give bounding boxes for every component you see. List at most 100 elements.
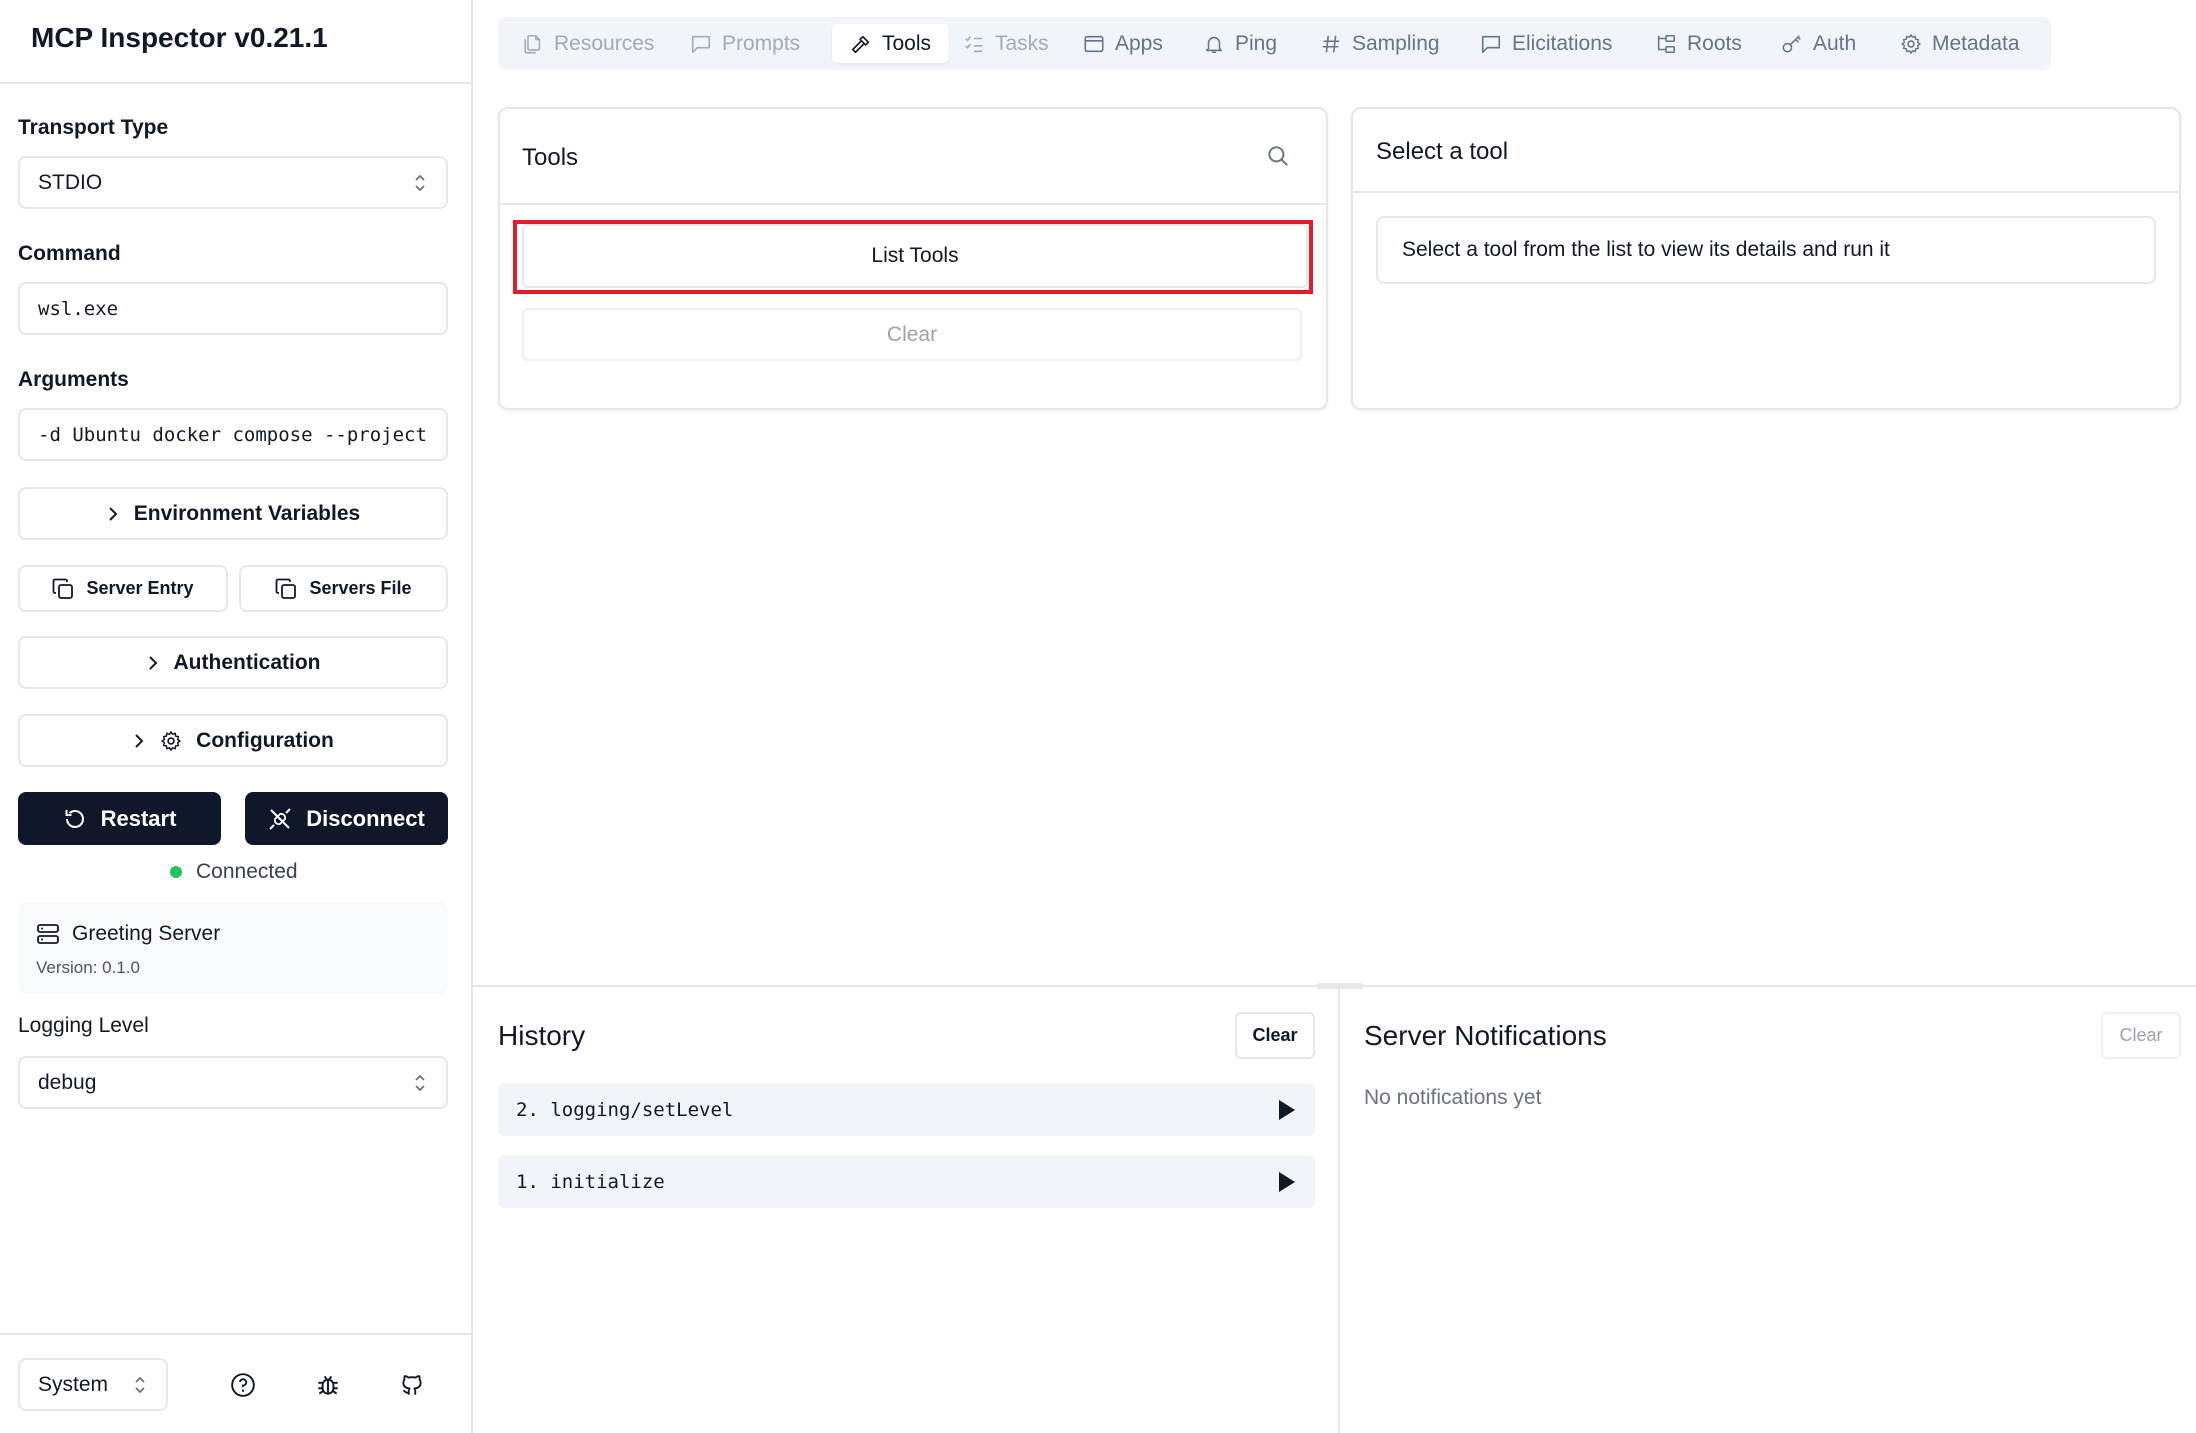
chevron-updown-icon: [135, 1376, 145, 1393]
tab-elicitations-label: Elicitations: [1512, 31, 1613, 55]
servers-file-button[interactable]: Servers File: [239, 565, 448, 612]
disconnect-label: Disconnect: [306, 805, 425, 831]
app-title: MCP Inspector v0.21.1: [31, 22, 328, 53]
tab-tools-label: Tools: [882, 31, 932, 55]
highlight-box: [513, 220, 1313, 294]
theme-select[interactable]: System: [18, 1358, 168, 1411]
hash-icon: [1322, 35, 1340, 52]
tab-roots-label: Roots: [1687, 31, 1742, 55]
tab-apps[interactable]: Apps: [1083, 24, 1163, 63]
play-icon: [1279, 1171, 1295, 1192]
files-icon: [524, 34, 541, 53]
notifications-clear-button[interactable]: Clear: [2101, 1012, 2181, 1059]
chevron-updown-icon: [415, 1074, 425, 1091]
rotate-ccw-icon: [65, 809, 84, 828]
list-checks-icon: [965, 35, 983, 52]
gear-icon: [161, 730, 181, 751]
search-icon[interactable]: [1265, 143, 1291, 169]
chevron-right-icon: [109, 506, 118, 521]
arguments-value: -d Ubuntu docker compose --project: [38, 423, 427, 446]
tab-auth[interactable]: Auth: [1781, 24, 1856, 63]
tool-detail-message: Select a tool from the list to view its …: [1376, 216, 2156, 284]
command-label: Command: [18, 242, 121, 265]
server-entry-label: Server Entry: [86, 578, 194, 598]
tab-auth-label: Auth: [1813, 31, 1857, 55]
server-info-card: Greeting Server Version: 0.1.0: [18, 902, 448, 994]
server-icon: [37, 924, 59, 944]
tool-detail-title: Select a tool: [1376, 138, 1509, 165]
transport-type-value: STDIO: [38, 170, 103, 194]
configuration-label: Configuration: [196, 728, 334, 752]
tab-roots[interactable]: Roots: [1655, 24, 1742, 63]
help-icon[interactable]: [228, 1370, 258, 1400]
transport-type-label: Transport Type: [18, 116, 169, 139]
servers-file-label: Servers File: [309, 578, 412, 598]
server-notifications-title: Server Notifications: [1364, 1020, 1607, 1051]
history-clear-button[interactable]: Clear: [1235, 1012, 1315, 1059]
tab-tasks-label: Tasks: [995, 31, 1049, 55]
arguments-label: Arguments: [18, 368, 129, 391]
restart-button[interactable]: Restart: [18, 792, 221, 845]
gear-icon: [1901, 33, 1921, 54]
configuration-button[interactable]: Configuration: [18, 714, 448, 767]
bug-icon[interactable]: [313, 1370, 343, 1400]
server-name: Greeting Server: [72, 922, 221, 945]
connection-status: Connected: [170, 860, 298, 884]
connection-status-text: Connected: [196, 860, 298, 883]
tab-sampling[interactable]: Sampling: [1320, 24, 1440, 63]
key-icon: [1782, 34, 1801, 53]
history-item[interactable]: 1. initialize: [498, 1155, 1315, 1208]
folder-tree-icon: [1657, 34, 1676, 53]
history-item-label: 2. logging/setLevel: [516, 1098, 734, 1121]
history-item[interactable]: 2. logging/setLevel: [498, 1083, 1315, 1136]
unplug-icon: [269, 807, 291, 830]
bell-icon: [1205, 36, 1223, 53]
resize-handle[interactable]: [1316, 983, 1364, 989]
tab-prompts[interactable]: Prompts: [690, 24, 800, 63]
logging-level-value: debug: [38, 1070, 97, 1094]
tab-ping[interactable]: Ping: [1203, 24, 1277, 63]
tab-tasks[interactable]: Tasks: [963, 24, 1049, 63]
tools-panel-title: Tools: [522, 144, 579, 171]
sidebar: MCP Inspector v0.21.1 Transport Type STD…: [0, 0, 473, 1433]
sidebar-footer-divider: [0, 1333, 471, 1335]
command-value: wsl.exe: [38, 297, 119, 320]
tool-detail-divider: [1353, 191, 2179, 193]
authentication-button[interactable]: Authentication: [18, 636, 448, 689]
tab-ping-label: Ping: [1235, 31, 1278, 55]
tab-tools[interactable]: Tools: [832, 24, 950, 63]
authentication-label: Authentication: [173, 650, 321, 674]
disconnect-button[interactable]: Disconnect: [245, 792, 448, 845]
tab-bar: Resources Prompts Tools Tasks Apps Ping …: [498, 17, 2051, 70]
chevron-right-icon: [148, 655, 157, 670]
tab-prompts-label: Prompts: [722, 31, 801, 55]
tab-metadata-label: Metadata: [1932, 31, 2020, 55]
theme-value: System: [38, 1372, 109, 1396]
tab-resources-label: Resources: [554, 31, 655, 55]
play-icon: [1279, 1099, 1295, 1120]
logging-level-select[interactable]: debug: [18, 1056, 448, 1109]
sidebar-divider: [0, 82, 471, 84]
transport-type-select[interactable]: STDIO: [18, 156, 448, 209]
server-entry-button[interactable]: Server Entry: [18, 565, 228, 612]
history-item-label: 1. initialize: [516, 1170, 665, 1193]
tab-elicitations[interactable]: Elicitations: [1480, 24, 1612, 63]
bottom-panel-separator: [1338, 987, 1340, 1433]
environment-variables-label: Environment Variables: [133, 501, 361, 525]
tab-sampling-label: Sampling: [1352, 31, 1440, 55]
no-notifications-text: No notifications yet: [1364, 1086, 1542, 1109]
chevron-right-icon: [135, 733, 144, 748]
tab-apps-label: Apps: [1115, 31, 1163, 55]
chevron-updown-icon: [415, 174, 425, 191]
command-input[interactable]: wsl.exe: [18, 282, 448, 335]
copy-icon: [53, 578, 74, 599]
environment-variables-button[interactable]: Environment Variables: [18, 487, 448, 540]
hammer-icon: [851, 35, 870, 53]
github-icon[interactable]: [397, 1370, 427, 1400]
message-square-icon: [1481, 35, 1501, 53]
copy-icon: [276, 578, 297, 599]
arguments-input[interactable]: -d Ubuntu docker compose --project: [18, 408, 448, 461]
tab-metadata[interactable]: Metadata: [1900, 24, 2020, 63]
tab-resources[interactable]: Resources: [522, 24, 654, 63]
tools-clear-button[interactable]: Clear: [522, 308, 1302, 361]
